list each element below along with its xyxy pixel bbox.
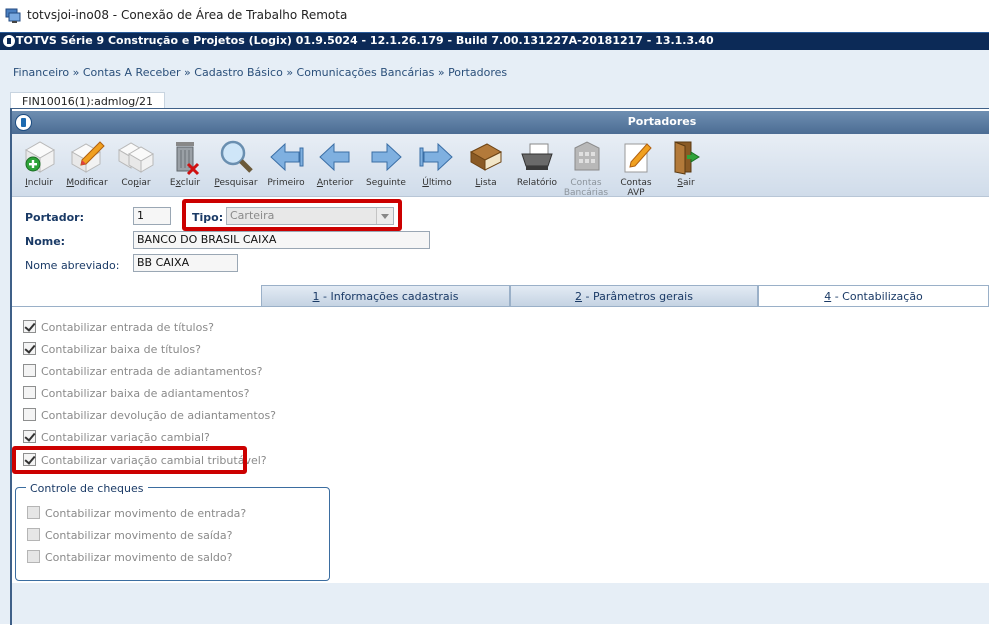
- checkbox-label: Contabilizar baixa de adiantamentos?: [41, 387, 250, 400]
- app-title: TOTVS Série 9 Construção e Projetos (Log…: [16, 34, 714, 47]
- copy-doc-icon: [118, 142, 154, 173]
- highlight-variacao-tributavel: [12, 446, 247, 474]
- checkbox-label: Contabilizar movimento de saída?: [45, 529, 233, 542]
- last-arrow-icon: [419, 142, 453, 172]
- lista-button[interactable]: Lista: [461, 138, 511, 188]
- checkbox-baixa-adiantamentos[interactable]: [23, 386, 36, 399]
- checkbox-movimento-saida[interactable]: [27, 528, 40, 541]
- excluir-button[interactable]: Excluir: [160, 138, 210, 188]
- copiar-button[interactable]: Copiar: [111, 138, 161, 188]
- checkbox-entrada-adiantamentos[interactable]: [23, 364, 36, 377]
- tab-contabilizacao[interactable]: 4 - Contabilização: [758, 285, 989, 306]
- book-icon: [469, 143, 503, 171]
- printer-icon: [521, 143, 553, 170]
- breadcrumb-area: Financeiro » Contas A Receber » Cadastro…: [0, 50, 989, 92]
- modificar-button[interactable]: Modificar: [62, 138, 112, 188]
- rdp-title: totvsjoi-ino08 - Conexão de Área de Trab…: [27, 8, 348, 22]
- checkbox-movimento-saldo[interactable]: [27, 550, 40, 563]
- checkbox-movimento-entrada[interactable]: [27, 506, 40, 519]
- sair-button[interactable]: Sair: [661, 138, 711, 188]
- bottom-area: [12, 583, 989, 624]
- checkbox-baixa-titulos[interactable]: [23, 342, 36, 355]
- next-arrow-icon: [371, 142, 402, 172]
- checkbox-label: Contabilizar baixa de títulos?: [41, 343, 201, 356]
- nome-abreviado-field[interactable]: BB CAIXA: [133, 254, 238, 272]
- checkbox-label: Contabilizar devolução de adiantamentos?: [41, 409, 277, 422]
- primeiro-button[interactable]: Primeiro: [261, 138, 311, 188]
- nome-abreviado-label: Nome abreviado:: [25, 259, 120, 272]
- anterior-button[interactable]: Anterior: [310, 138, 360, 188]
- controle-cheques-title: Controle de cheques: [26, 482, 148, 495]
- checkbox-variacao-cambial[interactable]: [23, 430, 36, 443]
- relatorio-button[interactable]: Relatório: [512, 138, 562, 188]
- tab-number: 2: [575, 290, 583, 303]
- incluir-button[interactable]: Incluir: [14, 138, 64, 188]
- toolbar: Incluir Modificar Copiar Excluir Pesquis…: [12, 134, 989, 198]
- add-doc-icon: [24, 141, 56, 173]
- checkbox-devolucao-adiantamentos[interactable]: [23, 408, 36, 421]
- avp-doc-icon: [624, 143, 652, 173]
- nome-label: Nome:: [25, 235, 66, 248]
- seguinte-button[interactable]: Seguinte: [361, 138, 411, 188]
- edit-doc-icon: [70, 141, 105, 173]
- window-header: Portadores: [12, 111, 989, 134]
- rdp-title-bar: totvsjoi-ino08 - Conexão de Área de Trab…: [0, 0, 989, 32]
- contas-avp-button[interactable]: Contas AVP: [611, 138, 661, 198]
- first-arrow-icon: [270, 142, 304, 172]
- portador-field[interactable]: 1: [133, 207, 171, 225]
- bank-building-icon: [574, 141, 600, 171]
- previous-arrow-icon: [319, 142, 350, 172]
- trash-icon: [176, 142, 200, 176]
- remote-desktop-icon: [5, 8, 21, 23]
- highlight-tipo-box: [182, 199, 402, 231]
- pesquisar-button[interactable]: Pesquisar: [211, 138, 261, 188]
- checkbox-label: Contabilizar movimento de saldo?: [45, 551, 233, 564]
- tab-parametros-gerais[interactable]: 2 - Parâmetros gerais: [510, 285, 758, 306]
- magnifier-icon: [220, 140, 253, 173]
- exit-door-icon: [674, 141, 700, 175]
- checkbox-label: Contabilizar variação cambial?: [41, 431, 210, 444]
- tab-label: - Informações cadastrais: [319, 290, 459, 303]
- app-title-bar: TOTVS Série 9 Construção e Projetos (Log…: [0, 32, 989, 50]
- portador-label: Portador:: [25, 211, 84, 224]
- checkbox-label: Contabilizar movimento de entrada?: [45, 507, 247, 520]
- ultimo-button[interactable]: Último: [412, 138, 462, 188]
- tab-informacoes-cadastrais[interactable]: 1 - Informações cadastrais: [261, 285, 510, 306]
- window-title: Portadores: [627, 115, 697, 128]
- tab-number: 1: [312, 290, 320, 303]
- totvs-logo-icon: [3, 35, 15, 47]
- checkbox-label: Contabilizar entrada de adiantamentos?: [41, 365, 263, 378]
- checkbox-entrada-titulos[interactable]: [23, 320, 36, 333]
- tab-label: - Parâmetros gerais: [582, 290, 693, 303]
- breadcrumb[interactable]: Financeiro » Contas A Receber » Cadastro…: [13, 66, 507, 79]
- tab-label: - Contabilização: [831, 290, 923, 303]
- contas-bancarias-button[interactable]: Contas Bancárias: [561, 138, 611, 198]
- checkbox-label: Contabilizar entrada de títulos?: [41, 321, 214, 334]
- nome-field[interactable]: BANCO DO BRASIL CAIXA: [133, 231, 430, 249]
